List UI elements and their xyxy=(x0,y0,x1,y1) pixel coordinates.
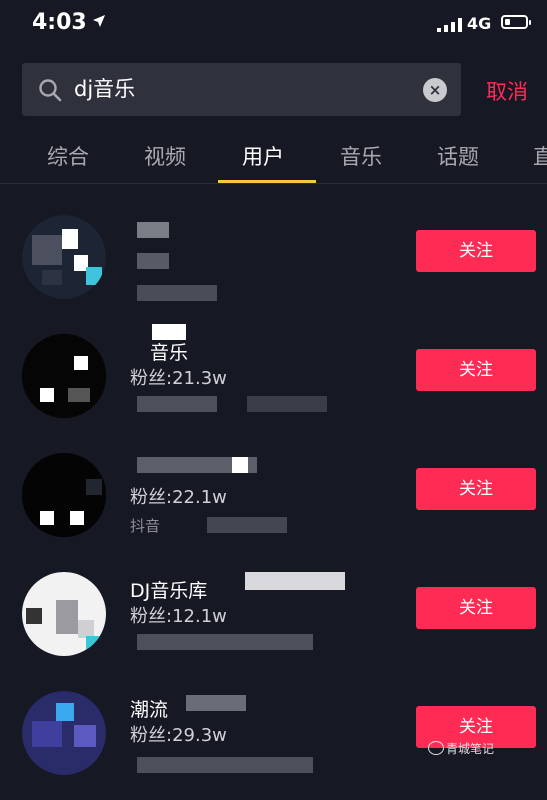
tab-music[interactable]: 音乐 xyxy=(340,141,382,171)
status-bar: 4:03 4G xyxy=(0,0,547,50)
desc-mosaic xyxy=(137,396,217,412)
network-label: 4G xyxy=(467,14,492,33)
avatar[interactable] xyxy=(22,572,106,656)
name-mosaic xyxy=(137,222,169,238)
follow-button[interactable]: 关注 xyxy=(416,230,536,272)
tab-videos[interactable]: 视频 xyxy=(144,141,186,171)
name-mosaic xyxy=(186,695,246,711)
watermark: 青城笔记 xyxy=(446,742,495,756)
avatar[interactable] xyxy=(22,453,106,537)
user-name: 音乐 xyxy=(150,342,189,364)
follow-button[interactable]: 关注 xyxy=(416,587,536,629)
search-input[interactable] xyxy=(74,63,414,116)
tab-topics[interactable]: 话题 xyxy=(437,141,479,171)
cancel-button[interactable]: 取消 xyxy=(486,76,528,106)
user-fans: 粉丝:21.3w xyxy=(130,368,227,389)
desc-mosaic xyxy=(247,396,327,412)
search-box[interactable] xyxy=(22,63,461,116)
battery-icon xyxy=(501,15,531,29)
wechat-icon xyxy=(428,741,444,755)
desc-mosaic xyxy=(137,285,217,301)
signal-icon xyxy=(437,18,462,32)
user-row[interactable]: DJ音乐库 粉丝:12.1w 关注 xyxy=(0,562,547,681)
fans-mosaic xyxy=(137,253,169,269)
avatar[interactable] xyxy=(22,334,106,418)
desc-mosaic xyxy=(137,757,313,773)
follow-button[interactable]: 关注 xyxy=(416,468,536,510)
tab-users[interactable]: 用户 xyxy=(242,141,284,171)
status-time: 4:03 xyxy=(32,10,87,35)
follow-button[interactable]: 关注 xyxy=(416,349,536,391)
user-fans: 粉丝:12.1w xyxy=(130,606,227,627)
clear-icon[interactable]: × xyxy=(423,78,447,102)
user-row[interactable]: 关注 xyxy=(0,205,547,324)
desc-mosaic xyxy=(207,517,287,533)
user-row[interactable]: 音乐 粉丝:21.3w 关注 xyxy=(0,324,547,443)
user-name: DJ音乐库 xyxy=(130,580,208,602)
user-name: 潮流 xyxy=(130,699,169,721)
user-desc: 抖音 xyxy=(130,517,161,535)
tab-general[interactable]: 综合 xyxy=(47,141,89,171)
search-icon xyxy=(39,79,62,102)
location-arrow-icon xyxy=(93,15,105,27)
divider xyxy=(0,183,547,184)
desc-mosaic xyxy=(137,634,313,650)
user-fans: 粉丝:22.1w xyxy=(130,487,227,508)
tab-live[interactable]: 直 xyxy=(533,141,547,171)
name-mosaic xyxy=(232,457,248,473)
avatar[interactable] xyxy=(22,691,106,775)
name-mosaic xyxy=(245,572,345,590)
user-fans: 粉丝:29.3w xyxy=(130,725,227,746)
search-tabs: 综合 视频 用户 音乐 话题 直 xyxy=(0,133,547,183)
avatar[interactable] xyxy=(22,215,106,299)
user-row[interactable]: 粉丝:22.1w 抖音 关注 xyxy=(0,443,547,562)
